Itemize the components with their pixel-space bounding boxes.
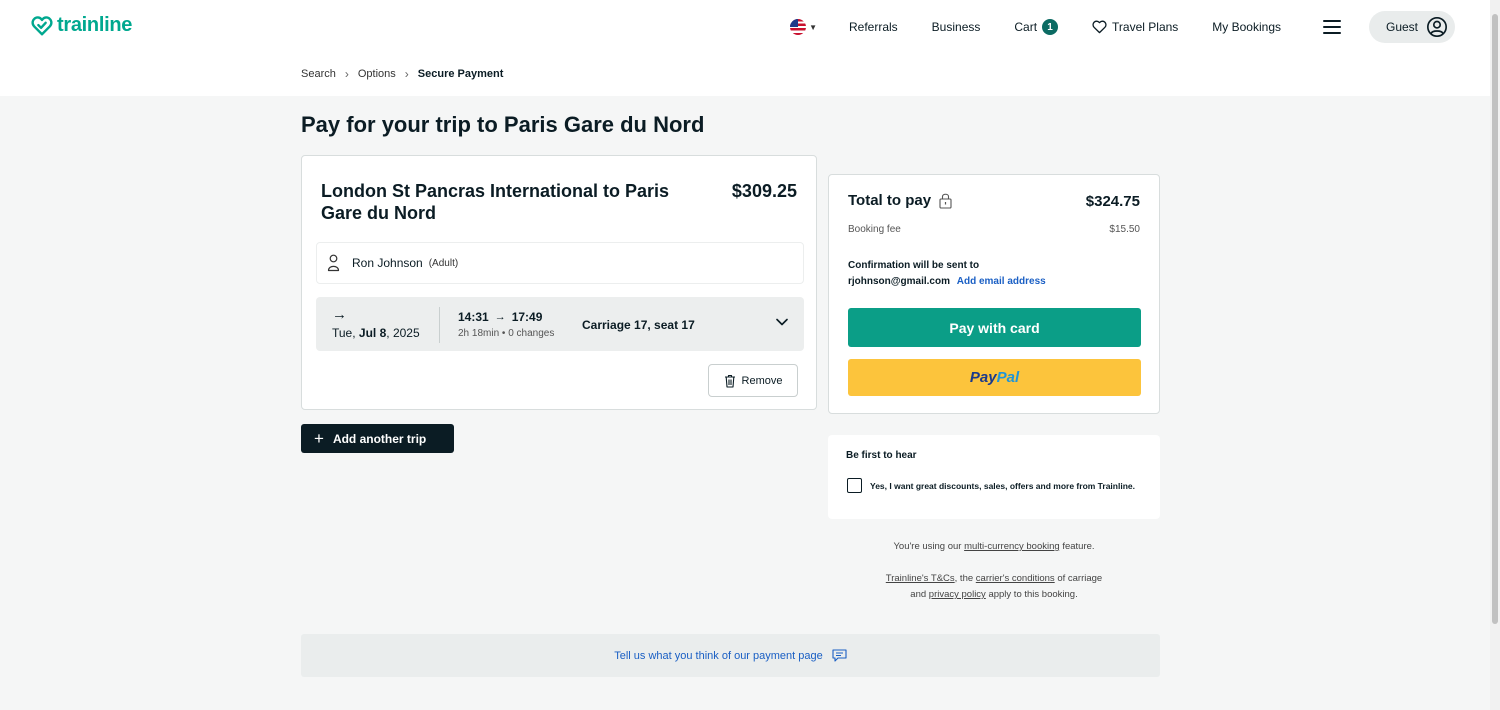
- guest-account-button[interactable]: Guest: [1369, 11, 1455, 43]
- us-flag-icon: [790, 19, 807, 35]
- terms-note: Trainline's T&Cs, the carrier's conditio…: [885, 573, 1103, 600]
- guest-label: Guest: [1386, 20, 1419, 34]
- feedback-label: Tell us what you think of our payment pa…: [614, 649, 823, 662]
- heart-icon: [1092, 20, 1107, 34]
- remove-label: Remove: [741, 374, 783, 387]
- trip-card: London St Pancras International to Paris…: [301, 155, 817, 410]
- divider: [439, 307, 440, 343]
- paypal-logo-part2: Pal: [996, 369, 1020, 386]
- breadcrumb: Search › Options › Secure Payment: [301, 67, 503, 81]
- total-label: Total to pay: [848, 192, 952, 209]
- nav-travel-plans-label: Travel Plans: [1112, 20, 1179, 34]
- comment-icon: [832, 649, 847, 662]
- nav-business[interactable]: Business: [932, 20, 981, 34]
- scrollbar-thumb[interactable]: [1492, 14, 1498, 624]
- passenger-name: Ron Johnson: [352, 256, 423, 270]
- depart-time: 14:31: [458, 310, 489, 324]
- confirmation-email: rjohnson@gmail.com: [848, 276, 950, 287]
- logo-text: trainline: [57, 14, 133, 36]
- journey-times: 14:31 → 17:49: [458, 310, 542, 324]
- confirmation-info: Confirmation will be sent to rjohnson@gm…: [848, 258, 1046, 290]
- total-label-text: Total to pay: [848, 192, 932, 209]
- nav-business-label: Business: [931, 20, 981, 34]
- cart-count-badge: 1: [1042, 19, 1059, 35]
- trainline-logo[interactable]: trainline: [31, 14, 132, 37]
- top-header: trainline ▼ Referrals Business Cart 1 Tr…: [0, 0, 1500, 96]
- chevron-down-icon: ▼: [809, 22, 817, 32]
- add-trip-label: Add another trip: [332, 431, 427, 446]
- tcs-link[interactable]: Trainline's T&Cs: [886, 573, 955, 584]
- privacy-policy-link[interactable]: privacy policy: [929, 589, 986, 600]
- journey-date: Tue, Jul 8, 2025: [332, 326, 420, 340]
- chevron-right-icon: ›: [404, 67, 409, 81]
- total-value: $324.75: [1085, 193, 1140, 210]
- breadcrumb-search[interactable]: Search: [301, 68, 336, 80]
- feedback-link[interactable]: Tell us what you think of our payment pa…: [301, 634, 1160, 677]
- arrive-time: 17:49: [511, 310, 543, 324]
- nav-cart-label: Cart: [1014, 20, 1038, 34]
- marketing-optin-card: Be first to hear Yes, I want great disco…: [828, 435, 1160, 519]
- breadcrumb-options[interactable]: Options: [358, 68, 396, 80]
- journey-duration: 2h 18min • 0 changes: [458, 328, 555, 339]
- outbound-arrow-icon: →: [332, 306, 347, 323]
- optin-title: Be first to hear: [846, 450, 917, 461]
- payment-summary-card: Total to pay $324.75 Booking fee $15.50 …: [828, 174, 1160, 414]
- nav-referrals[interactable]: Referrals: [849, 20, 898, 34]
- chevron-right-icon: ›: [344, 67, 349, 81]
- add-another-trip-button[interactable]: + Add another trip: [301, 424, 454, 453]
- remove-button[interactable]: Remove: [708, 364, 798, 397]
- arrow-right-icon: →: [494, 311, 506, 323]
- confirmation-text: Confirmation will be sent to: [848, 260, 980, 271]
- paypal-button[interactable]: Pay Pal: [848, 359, 1141, 396]
- multi-currency-link[interactable]: multi-currency booking: [964, 541, 1060, 552]
- trip-route: London St Pancras International to Paris…: [321, 181, 670, 223]
- paypal-logo-part1: Pay: [969, 369, 997, 386]
- trip-price: $309.25: [731, 181, 797, 201]
- passenger-row: Ron Johnson (Adult): [316, 242, 804, 284]
- nav-my-bookings[interactable]: My Bookings: [1212, 20, 1281, 34]
- nav-travel-plans[interactable]: Travel Plans: [1092, 20, 1178, 34]
- passenger-type: (Adult): [428, 257, 459, 269]
- person-icon: [327, 254, 340, 272]
- carrier-conditions-link[interactable]: carrier's conditions: [976, 573, 1055, 584]
- journey-details-toggle[interactable]: → Tue, Jul 8, 2025 14:31 → 17:49 2h 18mi…: [316, 297, 804, 351]
- pay-with-card-button[interactable]: Pay with card: [848, 308, 1141, 347]
- page-title: Pay for your trip to Paris Gare du Nord: [301, 112, 705, 137]
- marketing-checkbox-label[interactable]: Yes, I want great discounts, sales, offe…: [870, 479, 1140, 493]
- breadcrumb-current: Secure Payment: [417, 68, 504, 80]
- user-circle-icon: [1427, 17, 1447, 37]
- booking-fee-value: $15.50: [1109, 224, 1140, 235]
- nav-my-bookings-label: My Bookings: [1212, 20, 1281, 34]
- marketing-checkbox[interactable]: [847, 478, 862, 493]
- locale-selector[interactable]: ▼: [790, 19, 817, 35]
- nav-referrals-label: Referrals: [848, 20, 898, 34]
- vertical-scrollbar[interactable]: [1490, 0, 1500, 710]
- heart-logo-icon: [31, 15, 53, 35]
- top-nav: ▼ Referrals Business Cart 1 Travel Plans…: [790, 11, 1455, 43]
- multi-currency-note: You're using our multi-currency booking …: [893, 541, 1095, 552]
- seat-info: Carriage 17, seat 17: [582, 318, 695, 332]
- add-email-link[interactable]: Add email address: [957, 276, 1046, 287]
- trash-icon: [724, 374, 735, 388]
- booking-fee-label: Booking fee: [848, 224, 901, 235]
- chevron-down-icon: [776, 318, 788, 326]
- menu-icon[interactable]: [1323, 20, 1341, 34]
- nav-cart[interactable]: Cart 1: [1014, 19, 1059, 35]
- plus-icon: +: [314, 429, 324, 448]
- lock-icon: [939, 193, 952, 209]
